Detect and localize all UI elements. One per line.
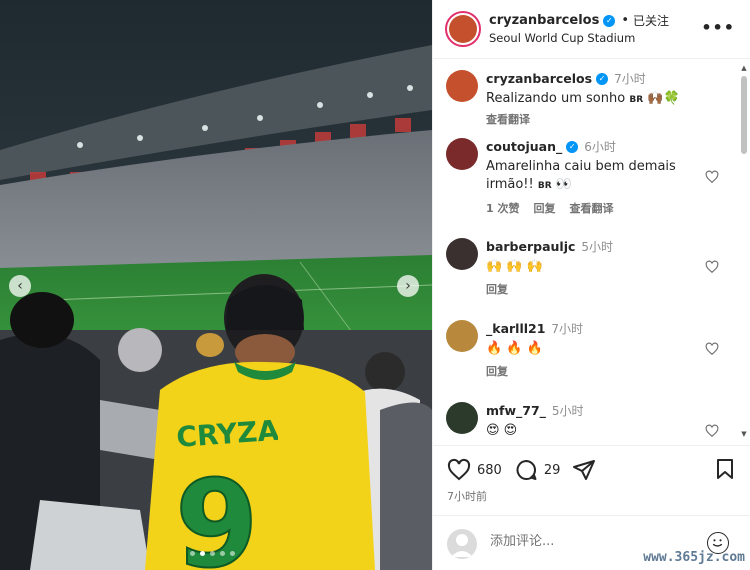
brazil-flag-icon: BR <box>537 181 552 191</box>
follow-separator: • <box>621 13 629 28</box>
carousel-dot[interactable] <box>230 551 235 556</box>
carousel-dot[interactable] <box>220 551 225 556</box>
scroll-down-arrow-icon[interactable]: ▼ <box>740 430 748 438</box>
see-translation-button[interactable]: 查看翻译 <box>569 200 613 216</box>
next-slide-button[interactable]: › <box>397 275 419 297</box>
comment-bubble-icon[interactable] <box>514 458 538 482</box>
commenter-avatar[interactable] <box>446 138 478 170</box>
author-avatar[interactable] <box>445 11 481 47</box>
verified-badge-icon: ✓ <box>603 14 616 27</box>
reply-button[interactable]: 回复 <box>533 200 555 216</box>
comment-text: 🔥 🔥 🔥 <box>486 341 543 356</box>
post-timestamp: 7小时前 <box>447 490 487 503</box>
carousel-dot-active[interactable] <box>200 551 205 556</box>
current-user-avatar <box>447 529 477 559</box>
commenter-avatar[interactable] <box>446 402 478 434</box>
comment-text: irmão!! <box>486 177 534 192</box>
share-paper-plane-icon[interactable] <box>572 458 596 482</box>
comments-list: cryzanbarcelos ✓ 7小时 Realizando um sonho… <box>433 60 750 440</box>
author-username[interactable]: cryzanbarcelos <box>489 13 599 28</box>
like-comment-heart-icon[interactable] <box>705 260 719 274</box>
comment-time: 5小时 <box>551 404 584 418</box>
commenter-username[interactable]: _karlll21 <box>486 321 545 336</box>
commenter-username[interactable]: mfw_77_ <box>486 403 546 418</box>
post-photo: CRYZAN 9 ‹ › <box>0 0 432 570</box>
site-watermark: www.365jz.com <box>643 550 745 565</box>
scrollbar-thumb[interactable] <box>741 76 747 154</box>
comment-text: 😍 😍 <box>486 423 518 438</box>
likes-count[interactable]: 1 次赞 <box>486 200 519 216</box>
comments-scrollbar[interactable]: ▲ ▼ <box>740 64 748 438</box>
like-comment-heart-icon[interactable] <box>705 170 719 184</box>
comment-time: 6小时 <box>584 140 616 154</box>
like-heart-icon[interactable] <box>447 458 471 482</box>
comment-time: 7小时 <box>551 322 584 336</box>
comment-text: Realizando um sonho <box>486 91 626 106</box>
commenter-avatar[interactable] <box>446 70 478 102</box>
commenter-avatar[interactable] <box>446 238 478 270</box>
commenter-username[interactable]: barberpauljc <box>486 239 575 254</box>
reply-button[interactable]: 回复 <box>486 363 508 379</box>
commenter-username[interactable]: coutojuan_ <box>486 139 562 154</box>
like-comment-heart-icon[interactable] <box>705 342 719 356</box>
comment-item: cryzanbarcelos ✓ 7小时 Realizando um sonho… <box>433 70 733 130</box>
like-count[interactable]: 680 <box>477 463 502 478</box>
comment-item: mfw_77_ 5小时 😍 😍 <box>433 402 733 440</box>
comment-text: 🙌 🙌 🙌 <box>486 259 543 274</box>
comment-time: 7小时 <box>614 72 646 86</box>
bookmark-icon[interactable] <box>715 458 735 480</box>
comment-text: Amarelinha caiu bem demais <box>486 159 676 174</box>
brazil-flag-icon: BR <box>629 95 644 105</box>
comment-emoji: 🙌🏾🍀 <box>647 91 680 106</box>
post-header: cryzanbarcelos ✓ • 已关注 Seoul World Cup S… <box>433 0 750 59</box>
carousel-dots <box>190 551 235 556</box>
more-options-icon[interactable]: ••• <box>701 18 735 37</box>
like-comment-heart-icon[interactable] <box>705 424 719 438</box>
comment-emoji: 👀 <box>555 177 572 192</box>
add-comment-input[interactable] <box>490 534 690 549</box>
verified-badge-icon: ✓ <box>566 140 579 153</box>
following-button[interactable]: 已关注 <box>633 12 669 29</box>
verified-badge-icon: ✓ <box>596 72 609 85</box>
commenter-username[interactable]: cryzanbarcelos <box>486 71 592 86</box>
post-location[interactable]: Seoul World Cup Stadium <box>489 31 635 45</box>
scroll-up-arrow-icon[interactable]: ▲ <box>740 64 748 72</box>
post-panel: cryzanbarcelos ✓ • 已关注 Seoul World Cup S… <box>432 0 750 570</box>
commenter-avatar[interactable] <box>446 320 478 352</box>
carousel-dot[interactable] <box>210 551 215 556</box>
reply-button[interactable]: 回复 <box>486 281 508 297</box>
previous-slide-button[interactable]: ‹ <box>9 275 31 297</box>
carousel-dot[interactable] <box>190 551 195 556</box>
comment-item: barberpauljc 5小时 🙌 🙌 🙌 回复 <box>433 238 733 308</box>
comment-count[interactable]: 29 <box>544 463 561 478</box>
comment-item: _karlll21 7小时 🔥 🔥 🔥 回复 <box>433 320 733 390</box>
add-comment-bar: www.365jz.com <box>433 515 750 570</box>
post-actions: 680 29 7小时前 <box>433 445 750 515</box>
comment-item: coutojuan_ ✓ 6小时 Amarelinha caiu bem dem… <box>433 138 733 228</box>
see-translation-button[interactable]: 查看翻译 <box>486 111 530 127</box>
comment-time: 5小时 <box>581 240 614 254</box>
